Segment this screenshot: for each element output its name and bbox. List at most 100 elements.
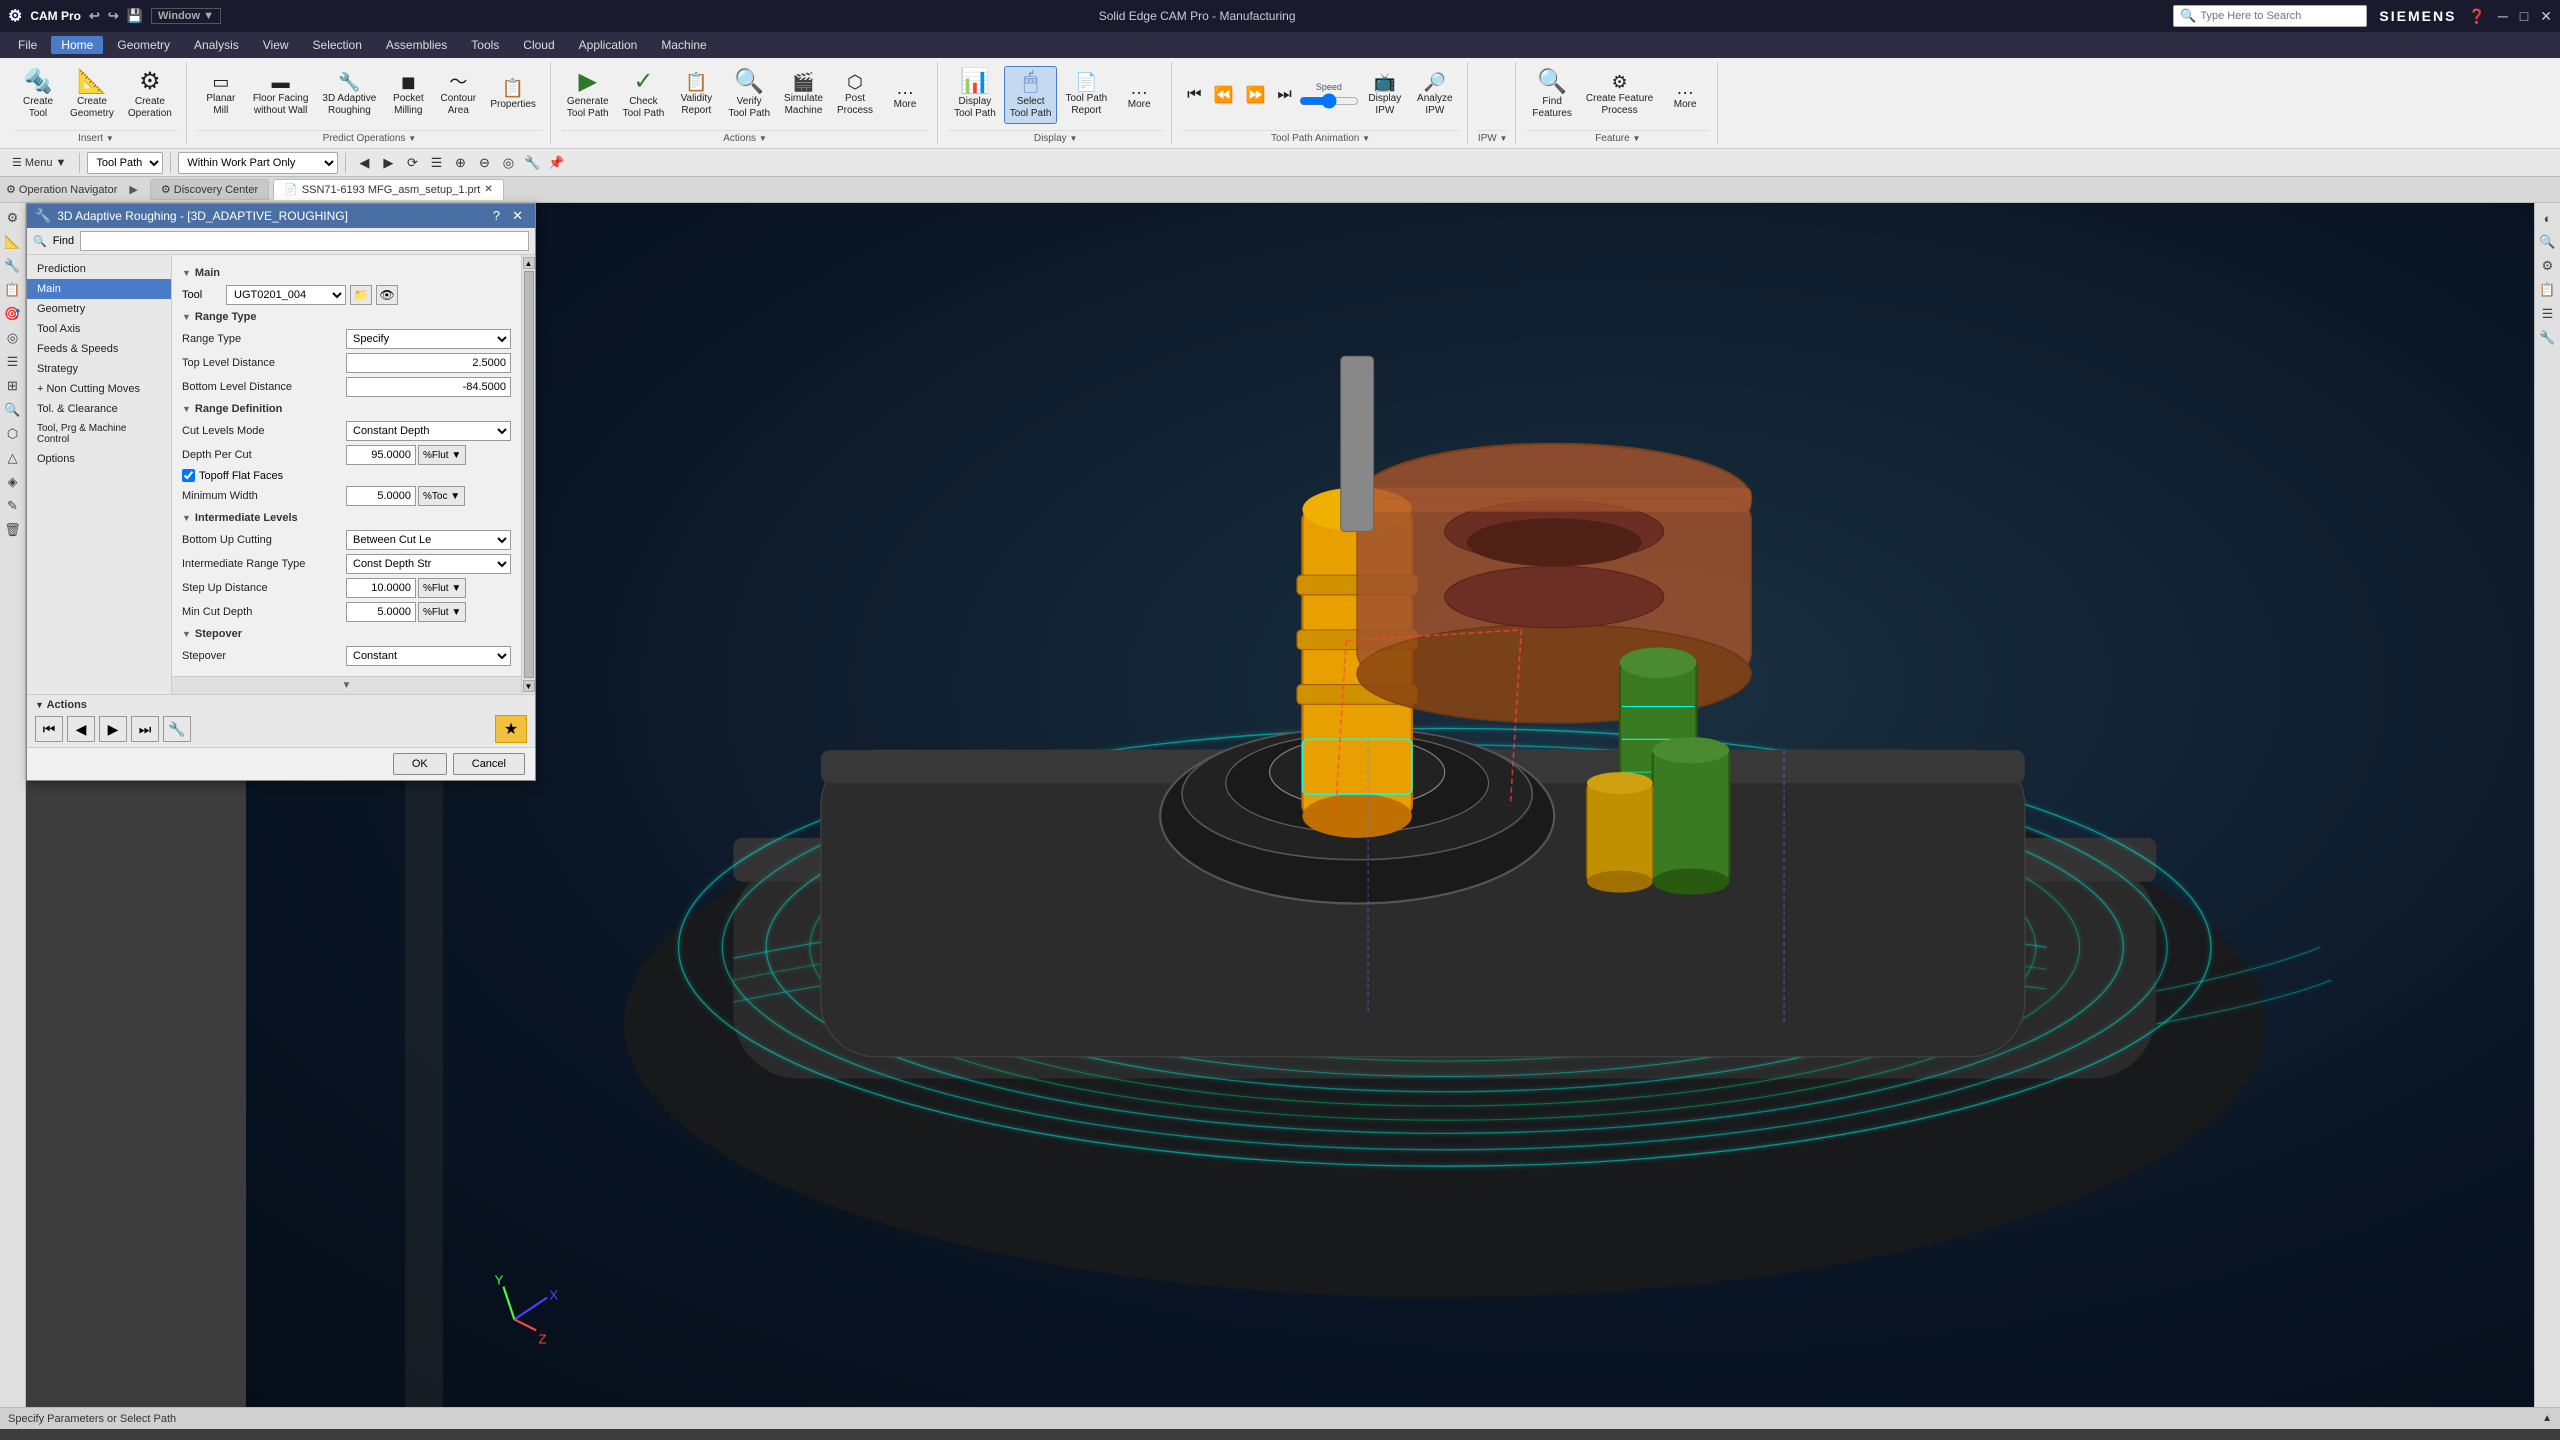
search-input[interactable]	[2200, 10, 2360, 22]
scroll-thumb[interactable]	[524, 271, 534, 678]
nav-tool-axis[interactable]: Tool Axis	[27, 319, 171, 339]
floor-facing-btn[interactable]: ▬ Floor Facingwithout Wall	[247, 69, 315, 121]
toolpath-report-btn[interactable]: 📄 Tool PathReport	[1059, 69, 1113, 121]
pocket-milling-btn[interactable]: ◼ PocketMilling	[384, 69, 432, 121]
tb-icon-9[interactable]: 📌	[545, 152, 567, 174]
cut-levels-select[interactable]: Constant Depth	[346, 421, 511, 441]
tool-select[interactable]: UGT0201_004	[226, 285, 346, 305]
menu-home[interactable]: Home	[51, 36, 103, 54]
display-more-btn[interactable]: … More	[1115, 75, 1163, 115]
verify-toolpath-btn[interactable]: 🔍 VerifyTool Path	[722, 66, 776, 124]
window-dropdown[interactable]: Window ▼	[151, 8, 221, 24]
dialog-scroll-area[interactable]: ▼ Main Tool UGT0201_004 📁 👁 ▼	[172, 255, 521, 676]
validity-report-btn[interactable]: 📋 ValidityReport	[672, 69, 720, 121]
anim-next-btn[interactable]: ⏩	[1241, 82, 1271, 108]
find-input[interactable]	[80, 231, 529, 251]
post-process-btn[interactable]: ⬡ PostProcess	[831, 69, 879, 121]
nav-tol-clearance[interactable]: Tol. & Clearance	[27, 399, 171, 419]
sidebar-icon-10[interactable]: ⬡	[2, 423, 24, 445]
menu-selection[interactable]: Selection	[303, 36, 372, 54]
cancel-button[interactable]: Cancel	[453, 753, 525, 775]
maximize-btn[interactable]: □	[2520, 8, 2528, 24]
top-level-input[interactable]	[346, 353, 511, 373]
tb-icon-6[interactable]: ⊖	[473, 152, 495, 174]
range-type-select[interactable]: Specify	[346, 329, 511, 349]
create-tool-btn[interactable]: 🔩 CreateTool	[14, 66, 62, 124]
sidebar-icon-7[interactable]: ☰	[2, 351, 24, 373]
menu-application[interactable]: Application	[569, 36, 648, 54]
nav-expand-icon[interactable]: ▶	[129, 183, 137, 196]
tb-icon-8[interactable]: 🔧	[521, 152, 543, 174]
analyze-ipw-btn[interactable]: 🔎 AnalyzeIPW	[1411, 69, 1459, 121]
sidebar-icon-11[interactable]: △	[2, 447, 24, 469]
tb-icon-7[interactable]: ◎	[497, 152, 519, 174]
action-rewind-btn[interactable]: ⏮	[35, 716, 63, 742]
min-cut-unit-btn[interactable]: %Flut ▼	[418, 602, 466, 622]
section-range-type[interactable]: ▼ Range Type	[182, 311, 511, 323]
sidebar-icon-8[interactable]: ⊞	[2, 375, 24, 397]
generate-toolpath-btn[interactable]: ▶ GenerateTool Path	[561, 66, 615, 124]
bottom-level-input[interactable]	[346, 377, 511, 397]
contour-area-btn[interactable]: 〜 ContourArea	[434, 69, 482, 121]
sidebar-icon-13[interactable]: ✎	[2, 495, 24, 517]
quick-access-undo[interactable]: ↩	[89, 8, 100, 24]
menu-tools[interactable]: Tools	[461, 36, 509, 54]
scroll-down-arrow-btn[interactable]: ▼	[523, 680, 535, 692]
min-width-unit-btn[interactable]: %Toc ▼	[418, 486, 465, 506]
tb-icon-2[interactable]: ▶	[377, 152, 399, 174]
find-features-btn[interactable]: 🔍 FindFeatures	[1526, 66, 1577, 124]
action-settings-btn[interactable]: 🔧	[163, 716, 191, 742]
dialog-close-btn[interactable]: ✕	[508, 208, 527, 224]
anim-prev-btn[interactable]: ⏪	[1209, 82, 1239, 108]
nav-feeds-speeds[interactable]: Feeds & Speeds	[27, 339, 171, 359]
dialog-help-btn[interactable]: ?	[489, 208, 504, 224]
action-end-btn[interactable]: ⏭	[131, 716, 159, 742]
anim-rewind-btn[interactable]: ⏮	[1182, 83, 1206, 107]
actions-more-btn[interactable]: … More	[881, 75, 929, 115]
scroll-up-arrow[interactable]: ▲	[523, 257, 535, 269]
speed-slider[interactable]	[1299, 94, 1359, 108]
nav-prediction[interactable]: Prediction	[27, 259, 171, 279]
display-ipw-btn[interactable]: 📺 DisplayIPW	[1361, 69, 1409, 121]
feature-more-btn[interactable]: … More	[1661, 75, 1709, 115]
simulate-machine-btn[interactable]: 🎬 SimulateMachine	[778, 69, 829, 121]
sidebar-icon-2[interactable]: 📐	[2, 231, 24, 253]
depth-unit-btn[interactable]: %Flut ▼	[418, 445, 466, 465]
search-box[interactable]: 🔍	[2173, 5, 2367, 27]
create-geometry-btn[interactable]: 📐 CreateGeometry	[64, 66, 120, 124]
nav-non-cutting[interactable]: + Non Cutting Moves	[27, 379, 171, 399]
section-main[interactable]: ▼ Main	[182, 267, 511, 279]
right-icon-5[interactable]: ☰	[2537, 303, 2559, 325]
min-cut-input[interactable]	[346, 602, 416, 622]
sidebar-icon-14[interactable]: 🗑	[2, 519, 24, 541]
3d-adaptive-btn[interactable]: 🔧 3D AdaptiveRoughing	[316, 69, 382, 121]
display-toolpath-btn[interactable]: 📊 DisplayTool Path	[948, 66, 1002, 124]
ok-button[interactable]: OK	[393, 753, 447, 775]
tb-icon-1[interactable]: ◀	[353, 152, 375, 174]
step-up-input[interactable]	[346, 578, 416, 598]
int-range-select[interactable]: Const Depth Str	[346, 554, 511, 574]
topoff-checkbox[interactable]	[182, 469, 195, 482]
menu-geometry[interactable]: Geometry	[107, 36, 180, 54]
within-workpart-dropdown[interactable]: Within Work Part Only	[178, 152, 338, 174]
create-feature-process-btn[interactable]: ⚙ Create FeatureProcess	[1580, 69, 1659, 121]
3d-viewport[interactable]: X Y Z	[246, 203, 2534, 1407]
properties-btn[interactable]: 📋 Properties	[484, 75, 542, 115]
right-icon-6[interactable]: 🔧	[2537, 327, 2559, 349]
tb-icon-3[interactable]: ⟳	[401, 152, 423, 174]
nav-strategy[interactable]: Strategy	[27, 359, 171, 379]
sidebar-icon-4[interactable]: 📋	[2, 279, 24, 301]
action-extra-btn[interactable]: ★	[495, 715, 527, 743]
nav-options[interactable]: Options	[27, 449, 171, 469]
min-width-input[interactable]	[346, 486, 416, 506]
select-toolpath-btn[interactable]: 🖱 SelectTool Path	[1004, 66, 1058, 124]
tb-icon-4[interactable]: ☰	[425, 152, 447, 174]
sidebar-icon-6[interactable]: ◎	[2, 327, 24, 349]
step-up-unit-btn[interactable]: %Flut ▼	[418, 578, 466, 598]
right-icon-1[interactable]: ◐	[2537, 207, 2559, 229]
nav-main[interactable]: Main	[27, 279, 171, 299]
quick-access-save[interactable]: 💾	[127, 8, 143, 24]
right-icon-3[interactable]: ⚙	[2537, 255, 2559, 277]
status-expand-icon[interactable]: ▲	[2542, 1413, 2552, 1424]
action-prev-btn[interactable]: ◀	[67, 716, 95, 742]
